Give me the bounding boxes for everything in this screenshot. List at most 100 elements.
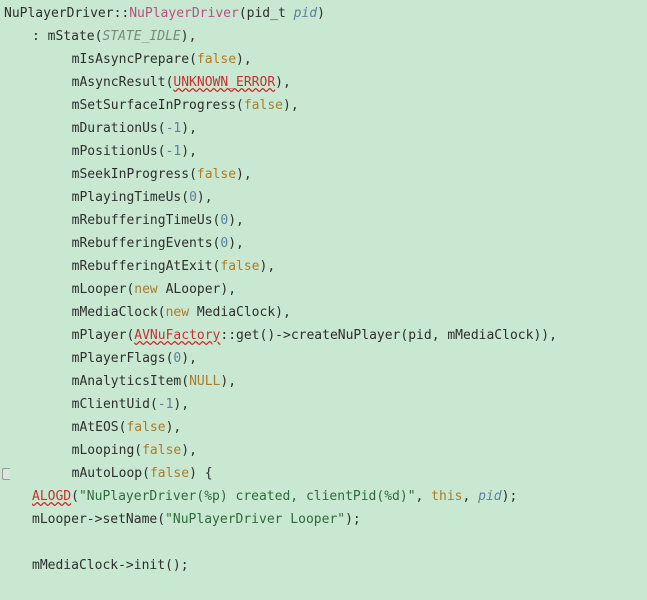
member-initializer: mIsAsyncPrepare: [72, 52, 189, 67]
code-line[interactable]: mSeekInProgress(false),: [4, 163, 647, 186]
bool-literal: false: [197, 167, 236, 182]
list-leader: [56, 190, 72, 205]
code-editor[interactable]: NuPlayerDriver::NuPlayerDriver(pid_t pid…: [4, 2, 647, 600]
list-leader: [56, 259, 72, 274]
code-line[interactable]: ALOGD("NuPlayerDriver(%p) created, clien…: [4, 485, 647, 508]
member-initializer: mPlayerFlags: [72, 351, 166, 366]
code-line[interactable]: mRebufferingAtExit(false),: [4, 255, 647, 278]
comma: ,: [283, 305, 291, 320]
bool-literal: false: [126, 420, 165, 435]
open-brace: {: [197, 466, 213, 481]
identifier: ALooper: [158, 282, 221, 297]
list-leader: [56, 167, 72, 182]
close-paren: ): [228, 213, 236, 228]
code-line[interactable]: mIsAsyncPrepare(false),: [4, 48, 647, 71]
comma: ,: [267, 259, 275, 274]
code-line[interactable]: mSetSurfaceInProgress(false),: [4, 94, 647, 117]
number-literal: -1: [166, 121, 182, 136]
null-literal: NULL: [189, 374, 220, 389]
identifier: pid: [478, 489, 501, 504]
bool-literal: false: [220, 259, 259, 274]
code-line[interactable]: mPlayerFlags(0),: [4, 347, 647, 370]
number-literal: -1: [166, 144, 182, 159]
code-line[interactable]: mLooping(false),: [4, 439, 647, 462]
member-initializer: mState: [48, 29, 95, 44]
new-keyword: new: [134, 282, 157, 297]
list-leader: [56, 466, 72, 481]
comma: ,: [173, 420, 181, 435]
close-paren: ): [189, 466, 197, 481]
code-line[interactable]: mAnalyticsItem(NULL),: [4, 370, 647, 393]
close-paren: ): [283, 98, 291, 113]
comma: ,: [189, 29, 197, 44]
member-initializer: mSeekInProgress: [72, 167, 189, 182]
code-line[interactable]: mAtEOS(false),: [4, 416, 647, 439]
member-initializer: mRebufferingEvents: [72, 236, 213, 251]
comma: ,: [189, 351, 197, 366]
list-leader: [56, 144, 72, 159]
code-line[interactable]: mAutoLoop(false) {: [4, 462, 647, 485]
comma: ,: [189, 443, 197, 458]
comma: ,: [228, 282, 236, 297]
close-paren: ): [181, 144, 189, 159]
member-initializer: mRebufferingTimeUs: [72, 213, 213, 228]
open-paren: (: [236, 98, 244, 113]
list-leader: [56, 213, 72, 228]
code-line[interactable]: mMediaClock->init();: [4, 554, 647, 577]
number-literal: -1: [158, 397, 174, 412]
open-paren: (: [134, 443, 142, 458]
statement-end: );: [502, 489, 518, 504]
code-line[interactable]: [4, 531, 647, 554]
open-paren: (: [142, 466, 150, 481]
code-line[interactable]: mAsyncResult(UNKNOWN_ERROR),: [4, 71, 647, 94]
close-paren: ): [181, 29, 189, 44]
open-paren: (: [150, 397, 158, 412]
member-initializer: mMediaClock: [72, 305, 158, 320]
open-paren: (: [158, 305, 166, 320]
code-line[interactable]: mLooper(new ALooper),: [4, 278, 647, 301]
method-call: setName: [102, 512, 157, 527]
close-paren: ): [181, 121, 189, 136]
gutter-override-icon[interactable]: [2, 468, 10, 480]
comma: ,: [549, 328, 557, 343]
code-line[interactable]: mPlayer(AVNuFactory::get()->createNuPlay…: [4, 324, 647, 347]
list-leader: [56, 75, 72, 90]
member-initializer: mPlayer: [72, 328, 127, 343]
code-line[interactable]: mLooper->setName("NuPlayerDriver Looper"…: [4, 508, 647, 531]
close-paren: ): [236, 167, 244, 182]
bool-literal: false: [150, 466, 189, 481]
close-paren: ): [228, 236, 236, 251]
code-line[interactable]: mPlayingTimeUs(0),: [4, 186, 647, 209]
constructor-name: NuPlayerDriver: [129, 6, 239, 21]
open-paren: (: [181, 374, 189, 389]
member-initializer: mAutoLoop: [72, 466, 142, 481]
close-paren: ): [197, 190, 205, 205]
bool-literal: false: [244, 98, 283, 113]
member-initializer: mPlayingTimeUs: [72, 190, 182, 205]
code-line[interactable]: [4, 577, 647, 600]
bool-literal: false: [142, 443, 181, 458]
list-leader: [56, 98, 72, 113]
string-literal: "NuPlayerDriver Looper": [165, 512, 345, 527]
identifier: mMediaClock: [32, 558, 118, 573]
code-line[interactable]: mMediaClock(new MediaClock),: [4, 301, 647, 324]
code-line[interactable]: NuPlayerDriver::NuPlayerDriver(pid_t pid…: [4, 2, 647, 25]
identifier: MediaClock: [189, 305, 275, 320]
close-paren: ): [236, 52, 244, 67]
list-leader: [56, 397, 72, 412]
code-line[interactable]: mDurationUs(-1),: [4, 117, 647, 140]
arrow-operator: ->: [118, 558, 134, 573]
code-line[interactable]: mRebufferingEvents(0),: [4, 232, 647, 255]
code-line[interactable]: : mState(STATE_IDLE),: [4, 25, 647, 48]
method-call: init: [134, 558, 165, 573]
bool-literal: false: [197, 52, 236, 67]
code-line[interactable]: mClientUid(-1),: [4, 393, 647, 416]
comma: ,: [291, 98, 299, 113]
open-paren: (: [189, 167, 197, 182]
code-line[interactable]: mRebufferingTimeUs(0),: [4, 209, 647, 232]
member-initializer: mAnalyticsItem: [72, 374, 182, 389]
macro-call: ALOGD: [32, 489, 71, 504]
comma: ,: [228, 374, 236, 389]
list-leader: :: [32, 29, 48, 44]
code-line[interactable]: mPositionUs(-1),: [4, 140, 647, 163]
